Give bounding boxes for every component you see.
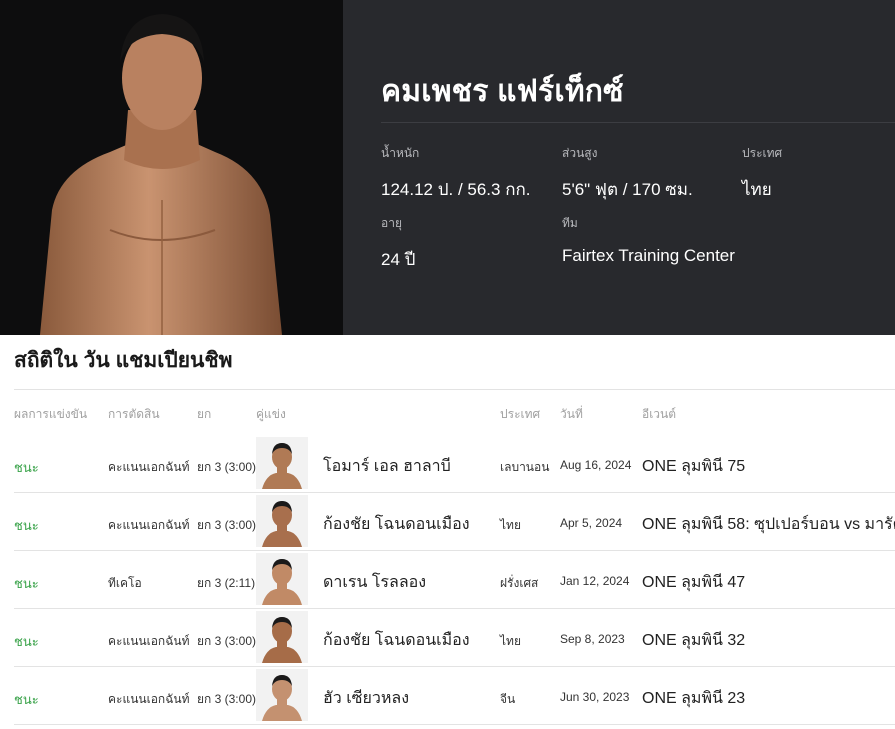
stat-age-label: อายุ	[381, 216, 402, 230]
record-section-title: สถิติใน วัน แชมเปียนชิพ	[14, 349, 233, 372]
stat-height-label: ส่วนสูง	[562, 146, 598, 160]
opponent-avatar[interactable]	[256, 669, 308, 721]
row-country: ไทย	[500, 518, 521, 532]
header-country: ประเทศ	[500, 407, 541, 421]
stat-country-value: ไทย	[742, 180, 772, 199]
opponent-headshot-image	[256, 553, 308, 605]
row-date: Apr 5, 2024	[560, 516, 623, 530]
stat-country-label: ประเทศ	[742, 146, 783, 160]
stat-weight-label: น้ำหนัก	[381, 146, 420, 160]
athlete-info-panel: คมเพชร แฟร์เท็กซ์ น้ำหนัก 124.12 ป. / 56…	[343, 0, 895, 335]
row-round: ยก 3 (2:11)	[197, 576, 256, 590]
hero-divider	[381, 122, 895, 123]
row-country: ฝรั่งเศส	[500, 576, 539, 590]
header-opponent: คู่แข่ง	[256, 407, 286, 421]
row-result: ชนะ	[14, 576, 39, 591]
table-row: ชนะ คะแนนเอกฉันท์ ยก 3 (3:00) ก้องชัย โฉ…	[14, 493, 895, 551]
event-link[interactable]: ONE ลุมพินี 58: ซุปเปอร์บอน vs มารัต	[642, 512, 895, 537]
row-method: คะแนนเอกฉันท์	[108, 460, 190, 474]
header-event: อีเวนต์	[642, 407, 677, 421]
opponent-headshot-image	[256, 495, 308, 547]
header-date: วันที่	[560, 407, 583, 421]
stat-weight: น้ำหนัก 124.12 ป. / 56.3 กก.	[381, 144, 531, 203]
row-method: ทีเคโอ	[108, 576, 142, 590]
row-date: Aug 16, 2024	[560, 458, 632, 472]
athlete-name: คมเพชร แฟร์เท็กซ์	[381, 75, 624, 108]
row-round: ยก 3 (3:00)	[197, 634, 256, 648]
row-country: ไทย	[500, 634, 521, 648]
stat-team: ทีม Fairtex Training Center	[562, 214, 735, 266]
opponent-avatar[interactable]	[256, 437, 308, 489]
opponent-headshot-image	[256, 437, 308, 489]
stat-age-value: 24 ปี	[381, 250, 416, 269]
stat-height-value: 5'6" ฟุต / 170 ซม.	[562, 180, 693, 199]
row-date: Sep 8, 2023	[560, 632, 625, 646]
opponent-name-link[interactable]: ก้องชัย โฉนดอนเมือง	[323, 628, 470, 653]
row-result: ชนะ	[14, 460, 39, 475]
row-country: เลบานอน	[500, 460, 550, 474]
row-round: ยก 3 (3:00)	[197, 460, 256, 474]
athlete-photo	[0, 0, 343, 335]
row-round: ยก 3 (3:00)	[197, 518, 256, 532]
stat-height: ส่วนสูง 5'6" ฟุต / 170 ซม.	[562, 144, 693, 203]
event-link[interactable]: ONE ลุมพินี 23	[642, 686, 745, 711]
row-country: จีน	[500, 692, 516, 706]
opponent-avatar[interactable]	[256, 553, 308, 605]
record-section-divider	[14, 389, 895, 390]
row-result: ชนะ	[14, 692, 39, 707]
opponent-name-link[interactable]: โอมาร์ เอล ฮาลาบี	[323, 454, 451, 479]
opponent-headshot-image	[256, 669, 308, 721]
row-date: Jan 12, 2024	[560, 574, 630, 588]
opponent-avatar[interactable]	[256, 611, 308, 663]
event-link[interactable]: ONE ลุมพินี 47	[642, 570, 745, 595]
header-round: ยก	[197, 407, 212, 421]
row-date: Jun 30, 2023	[560, 690, 630, 704]
stat-country: ประเทศ ไทย	[742, 144, 782, 203]
opponent-avatar[interactable]	[256, 495, 308, 547]
row-method: คะแนนเอกฉันท์	[108, 634, 190, 648]
stat-team-label: ทีม	[562, 216, 578, 230]
table-row: ชนะ คะแนนเอกฉันท์ ยก 3 (3:00) ฮัว เซียวห…	[14, 667, 895, 725]
opponent-name-link[interactable]: ก้องชัย โฉนดอนเมือง	[323, 512, 470, 537]
row-result: ชนะ	[14, 518, 39, 533]
table-row: ชนะ คะแนนเอกฉันท์ ยก 3 (3:00) ก้องชัย โฉ…	[14, 609, 895, 667]
row-round: ยก 3 (3:00)	[197, 692, 256, 706]
athlete-hero: คมเพชร แฟร์เท็กซ์ น้ำหนัก 124.12 ป. / 56…	[0, 0, 895, 335]
stat-weight-value: 124.12 ป. / 56.3 กก.	[381, 180, 531, 199]
row-method: คะแนนเอกฉันท์	[108, 692, 190, 706]
event-link[interactable]: ONE ลุมพินี 75	[642, 454, 745, 479]
table-row: ชนะ ทีเคโอ ยก 3 (2:11) ดาเรน โรลลอง ฝรั่…	[14, 551, 895, 609]
opponent-name-link[interactable]: ดาเรน โรลลอง	[323, 570, 426, 595]
opponent-headshot-image	[256, 611, 308, 663]
opponent-name-link[interactable]: ฮัว เซียวหลง	[323, 686, 409, 711]
stat-team-value[interactable]: Fairtex Training Center	[562, 246, 735, 266]
row-method: คะแนนเอกฉันท์	[108, 518, 190, 532]
table-row: ชนะ คะแนนเอกฉันท์ ยก 3 (3:00) โอมาร์ เอล…	[14, 435, 895, 493]
header-result: ผลการแข่งขัน	[14, 407, 88, 421]
athlete-portrait-image	[40, 14, 282, 335]
event-link[interactable]: ONE ลุมพินี 32	[642, 628, 745, 653]
row-result: ชนะ	[14, 634, 39, 649]
stat-age: อายุ 24 ปี	[381, 214, 415, 273]
header-method: การตัดสิน	[108, 407, 160, 421]
